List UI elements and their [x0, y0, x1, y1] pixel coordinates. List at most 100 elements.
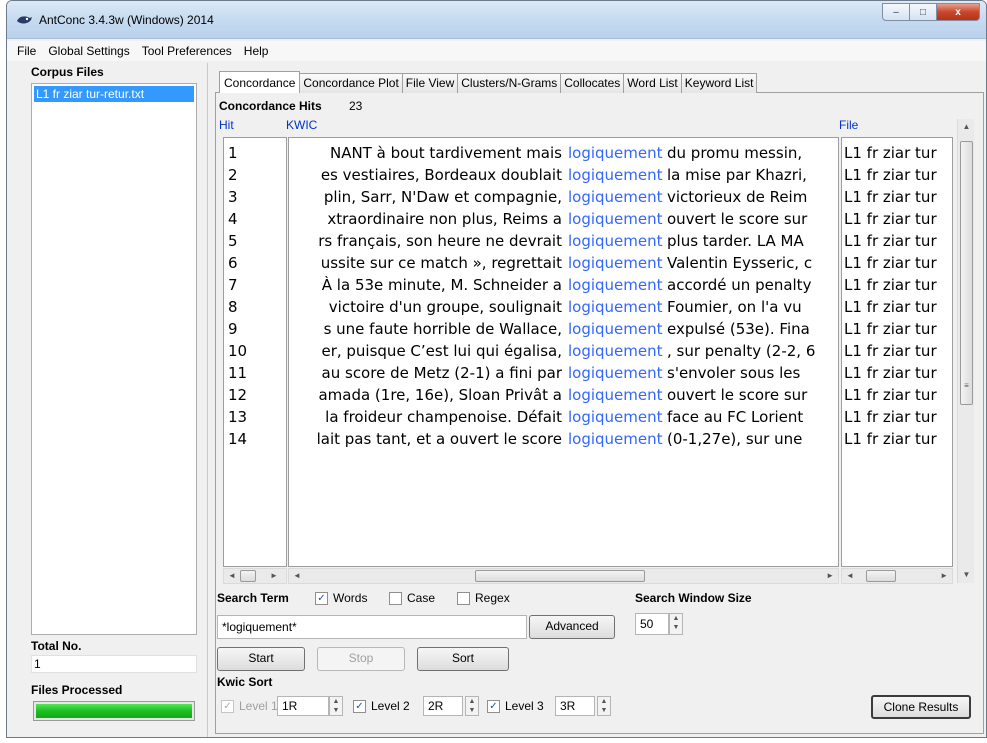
window-size-spinner-icon[interactable]: ▲ ▼ [669, 613, 683, 635]
level2-spinner-icon[interactable]: ▲ ▼ [465, 696, 479, 716]
file-name[interactable]: L1 fr ziar tur [844, 164, 937, 186]
sort-button[interactable]: Sort [417, 647, 509, 671]
file-scroll-thumb[interactable] [866, 570, 896, 582]
hit-number[interactable]: 5 [228, 230, 238, 252]
kwic-line[interactable]: victoire d'un groupe, soulignait logiquem… [289, 296, 838, 318]
tab-clusters-ngrams[interactable]: Clusters/N-Grams [457, 73, 562, 93]
search-window-size-input[interactable]: 50 [635, 613, 669, 635]
file-name[interactable]: L1 fr ziar tur [844, 186, 937, 208]
file-name[interactable]: L1 fr ziar tur [844, 230, 937, 252]
kwic-line[interactable]: plin, Sarr, N'Daw et compagnie, logiqueme… [289, 186, 838, 208]
minimize-button[interactable]: – [882, 3, 910, 21]
hit-number[interactable]: 14 [228, 428, 247, 450]
kwic-column-header[interactable]: KWIC [286, 118, 317, 132]
hit-number[interactable]: 2 [228, 164, 238, 186]
results-vertical-scrollbar[interactable]: ▲ ≡ ▼ [957, 119, 974, 583]
menu-help[interactable]: Help [238, 44, 275, 58]
kwic-node-word[interactable]: logiquement [568, 186, 663, 208]
kwic-line[interactable]: la froideur champenoise. Défait logiqueme… [289, 406, 838, 428]
tab-concordance[interactable]: Concordance [219, 71, 301, 93]
hit-number[interactable]: 13 [228, 406, 247, 428]
kwic-node-word[interactable]: logiquement [568, 340, 663, 362]
kwic-node-word[interactable]: logiquement [568, 362, 663, 384]
hit-number[interactable]: 3 [228, 186, 238, 208]
kwic-node-word[interactable]: logiquement [568, 252, 663, 274]
tab-keyword-list[interactable]: Keyword List [680, 73, 758, 93]
scroll-left-icon[interactable]: ◄ [228, 569, 236, 583]
words-checkbox[interactable]: ✓ [315, 592, 328, 605]
kwic-line[interactable]: ussite sur ce match », regrettait logique… [289, 252, 838, 274]
file-name[interactable]: L1 fr ziar tur [844, 208, 937, 230]
kwic-node-word[interactable]: logiquement [568, 230, 663, 252]
kwic-line[interactable]: er, puisque C’est lui qui égalisa, logiqu… [289, 340, 838, 362]
hit-number[interactable]: 10 [228, 340, 247, 362]
kwic-node-word[interactable]: logiquement [568, 318, 663, 340]
kwic-line[interactable]: rs français, son heure ne devrait logique… [289, 230, 838, 252]
file-name-pane[interactable]: L1 fr ziar tur L1 fr ziar tur L1 fr ziar t… [841, 137, 953, 567]
kwic-node-word[interactable]: logiquement [568, 406, 663, 428]
scroll-thumb[interactable] [960, 141, 973, 405]
hit-number[interactable]: 1 [228, 142, 238, 164]
title-bar[interactable]: AntConc 3.4.3w (Windows) 2014 – □ x [7, 1, 986, 39]
clone-results-button[interactable]: Clone Results [871, 695, 971, 719]
level1-spinner-icon[interactable]: ▲ ▼ [329, 696, 343, 716]
hit-number[interactable]: 11 [228, 362, 247, 384]
scroll-right-icon[interactable]: ► [940, 569, 948, 583]
kwic-line[interactable]: es vestiaires, Bordeaux doublait logiquem… [289, 164, 838, 186]
close-button[interactable]: x [936, 3, 980, 21]
tab-concordance-plot[interactable]: Concordance Plot [299, 73, 403, 93]
hit-horizontal-scrollbar[interactable]: ◄ ► [223, 568, 287, 584]
menu-global-settings[interactable]: Global Settings [42, 44, 135, 58]
kwic-line[interactable]: s une faute horrible de Wallace, logiquem… [289, 318, 838, 340]
start-button[interactable]: Start [217, 647, 305, 671]
kwic-pane[interactable]: NANT à bout tardivement mais logiquement d… [288, 137, 839, 567]
kwic-node-word[interactable]: logiquement [568, 384, 663, 406]
hit-number[interactable]: 8 [228, 296, 238, 318]
hit-column-header[interactable]: Hit [219, 118, 234, 132]
level2-input[interactable]: 2R [423, 696, 463, 716]
hit-scroll-thumb[interactable] [240, 570, 256, 582]
regex-checkbox[interactable] [457, 592, 470, 605]
kwic-node-word[interactable]: logiquement [568, 142, 663, 164]
kwic-line[interactable]: au score de Metz (2-1) a fini par logique… [289, 362, 838, 384]
file-name[interactable]: L1 fr ziar tur [844, 252, 937, 274]
file-name[interactable]: L1 fr ziar tur [844, 362, 937, 384]
kwic-line[interactable]: lait pas tant, et a ouvert le score logiq… [289, 428, 838, 450]
kwic-node-word[interactable]: logiquement [568, 208, 663, 230]
search-term-input[interactable]: *logiquement* [217, 615, 527, 639]
file-name[interactable]: L1 fr ziar tur [844, 428, 937, 450]
kwic-line[interactable]: amada (1re, 16e), Sloan Privât a logiquem… [289, 384, 838, 406]
file-column-header[interactable]: File [839, 118, 858, 132]
kwic-node-word[interactable]: logiquement [568, 274, 663, 296]
file-name[interactable]: L1 fr ziar tur [844, 318, 937, 340]
file-name[interactable]: L1 fr ziar tur [844, 340, 937, 362]
file-name[interactable]: L1 fr ziar tur [844, 406, 937, 428]
kwic-horizontal-scrollbar[interactable]: ◄ ► [288, 568, 839, 584]
corpus-files-list[interactable]: L1 fr ziar tur-retur.txt [31, 83, 197, 635]
file-name[interactable]: L1 fr ziar tur [844, 274, 937, 296]
case-checkbox[interactable] [389, 592, 402, 605]
file-name[interactable]: L1 fr ziar tur [844, 384, 937, 406]
tab-word-list[interactable]: Word List [623, 73, 682, 93]
file-name[interactable]: L1 fr ziar tur [844, 142, 937, 164]
level1-input[interactable]: 1R [277, 696, 329, 716]
scroll-right-icon[interactable]: ► [826, 569, 834, 583]
level3-checkbox[interactable]: ✓ [487, 700, 500, 713]
tab-file-view[interactable]: File View [401, 73, 459, 93]
kwic-scroll-thumb[interactable] [475, 570, 645, 582]
hit-number-pane[interactable]: 1 2 3 4 5 6 7 8 9 10 11 12 13 14 [223, 137, 287, 567]
file-horizontal-scrollbar[interactable]: ◄ ► [841, 568, 953, 584]
scroll-up-icon[interactable]: ▲ [958, 119, 975, 135]
scroll-right-icon[interactable]: ► [270, 569, 278, 583]
hit-number[interactable]: 7 [228, 274, 238, 296]
maximize-button[interactable]: □ [909, 3, 937, 21]
scroll-left-icon[interactable]: ◄ [293, 569, 301, 583]
hit-number[interactable]: 4 [228, 208, 238, 230]
level3-input[interactable]: 3R [555, 696, 595, 716]
level2-checkbox[interactable]: ✓ [353, 700, 366, 713]
advanced-button[interactable]: Advanced [529, 615, 615, 639]
hit-number[interactable]: 6 [228, 252, 238, 274]
menu-file[interactable]: File [11, 44, 42, 58]
hit-number[interactable]: 12 [228, 384, 247, 406]
corpus-file-item[interactable]: L1 fr ziar tur-retur.txt [34, 86, 194, 102]
